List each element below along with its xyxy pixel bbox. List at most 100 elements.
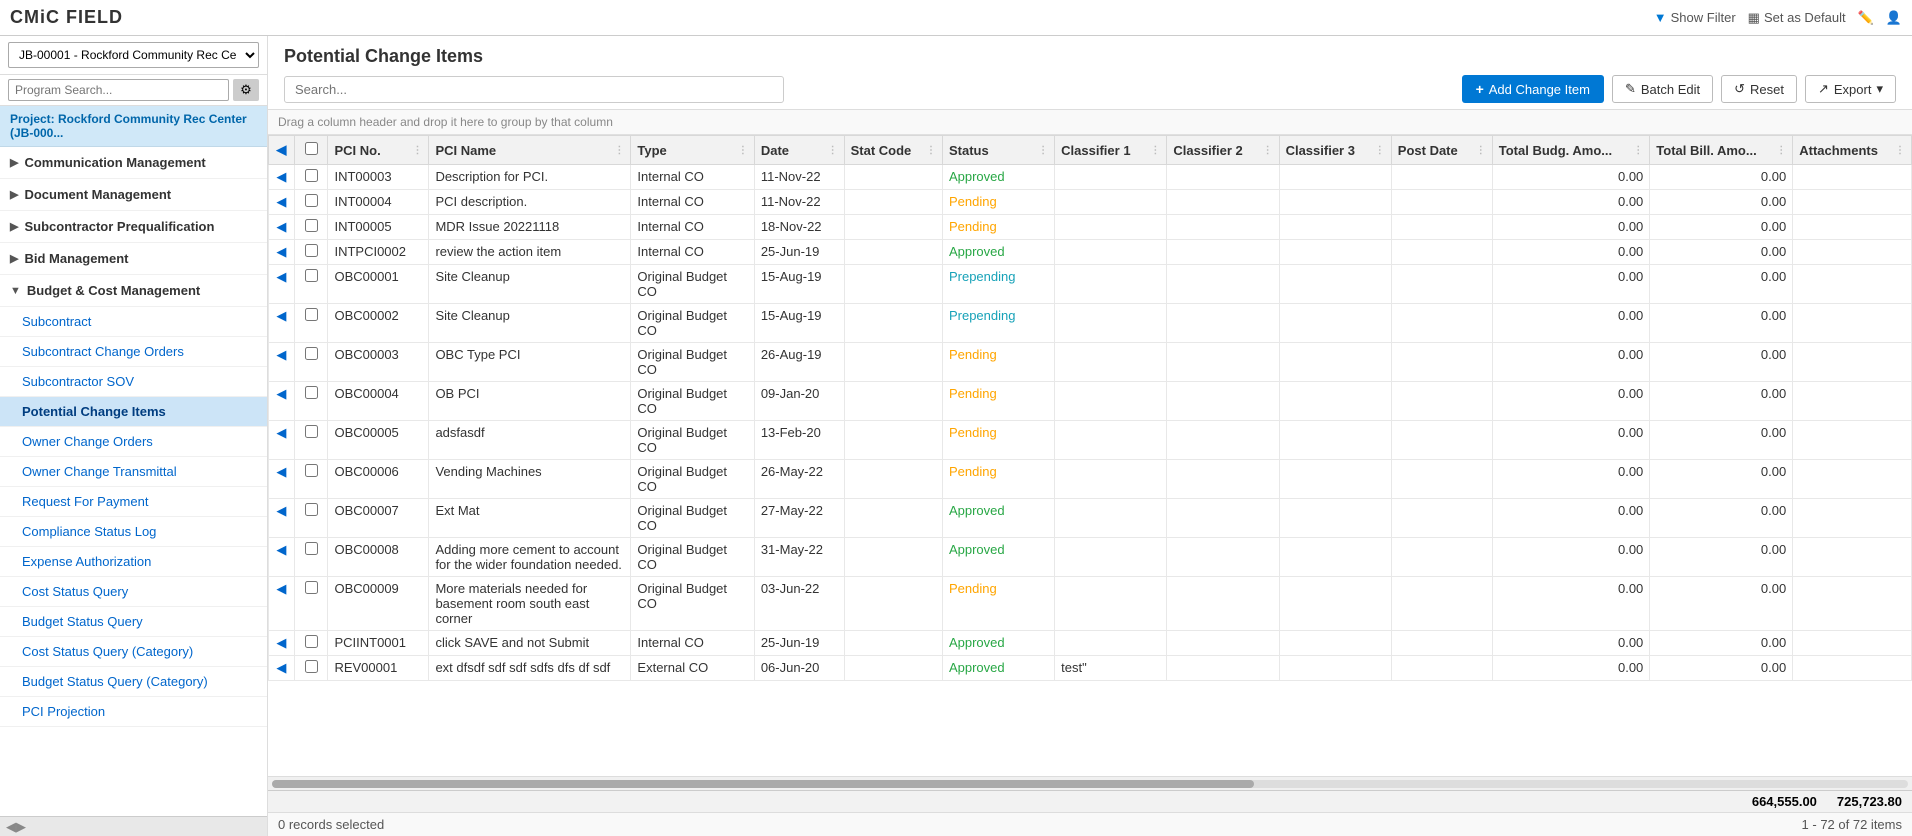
col-header-pci-no[interactable]: PCI No.⋮ (328, 136, 429, 165)
sidebar-item-subcontractor-prequalification[interactable]: ▶ Subcontractor Prequalification (0, 211, 267, 243)
scrollbar-track[interactable] (272, 780, 1908, 788)
row-checkbox[interactable] (305, 425, 318, 438)
row-checkbox-cell[interactable] (294, 240, 328, 265)
sidebar-item-document-management[interactable]: ▶ Document Management (0, 179, 267, 211)
sidebar-item-communication-management[interactable]: ▶ Communication Management (0, 147, 267, 179)
row-checkbox[interactable] (305, 269, 318, 282)
col-header-classifier1[interactable]: Classifier 1⋮ (1055, 136, 1167, 165)
row-expand-arrow[interactable]: ◀ (269, 265, 295, 304)
row-checkbox-cell[interactable] (294, 265, 328, 304)
row-checkbox-cell[interactable] (294, 460, 328, 499)
row-checkbox-cell[interactable] (294, 631, 328, 656)
row-expand-arrow[interactable]: ◀ (269, 165, 295, 190)
row-expand-arrow[interactable]: ◀ (269, 538, 295, 577)
col-header-status[interactable]: Status⋮ (942, 136, 1054, 165)
sidebar-item-request-for-payment[interactable]: Request For Payment (0, 487, 267, 517)
gear-button[interactable]: ⚙ (233, 79, 259, 101)
batch-edit-button[interactable]: ✎ Batch Edit (1612, 75, 1713, 103)
sidebar-item-budget-cost-management[interactable]: ▼ Budget & Cost Management (0, 275, 267, 307)
row-expand-arrow[interactable]: ◀ (269, 460, 295, 499)
row-checkbox[interactable] (305, 386, 318, 399)
row-expand-arrow[interactable]: ◀ (269, 343, 295, 382)
sidebar-item-potential-change-items[interactable]: Potential Change Items (0, 397, 267, 427)
sidebar-item-bid-management[interactable]: ▶ Bid Management (0, 243, 267, 275)
row-expand-arrow[interactable]: ◀ (269, 656, 295, 681)
sidebar-item-subcontract-change-orders[interactable]: Subcontract Change Orders (0, 337, 267, 367)
row-checkbox[interactable] (305, 660, 318, 673)
program-search-input[interactable] (8, 79, 229, 101)
row-checkbox[interactable] (305, 464, 318, 477)
col-select-all[interactable] (294, 136, 328, 165)
horizontal-scrollbar[interactable] (268, 776, 1912, 790)
sidebar-item-budget-status-query-category[interactable]: Budget Status Query (Category) (0, 667, 267, 697)
row-checkbox-cell[interactable] (294, 215, 328, 240)
cell-stat-code (844, 240, 942, 265)
row-expand-arrow[interactable]: ◀ (269, 304, 295, 343)
sidebar-item-subcontractor-sov[interactable]: Subcontractor SOV (0, 367, 267, 397)
row-checkbox[interactable] (305, 219, 318, 232)
cell-type: Original Budget CO (631, 421, 754, 460)
sidebar-item-owner-change-transmittal[interactable]: Owner Change Transmittal (0, 457, 267, 487)
row-checkbox[interactable] (305, 308, 318, 321)
row-checkbox[interactable] (305, 635, 318, 648)
row-checkbox[interactable] (305, 194, 318, 207)
row-checkbox-cell[interactable] (294, 656, 328, 681)
row-checkbox[interactable] (305, 581, 318, 594)
col-header-pci-name[interactable]: PCI Name⋮ (429, 136, 631, 165)
row-checkbox-cell[interactable] (294, 382, 328, 421)
sidebar-item-cost-status-query[interactable]: Cost Status Query (0, 577, 267, 607)
user-icon-button[interactable]: 👤 (1886, 10, 1902, 26)
row-expand-arrow[interactable]: ◀ (269, 240, 295, 265)
row-expand-arrow[interactable]: ◀ (269, 577, 295, 631)
add-change-item-button[interactable]: + Add Change Item (1462, 75, 1604, 103)
table-container[interactable]: ◀ PCI No.⋮ PCI Name⋮ Type⋮ Date⋮ (268, 135, 1912, 776)
row-checkbox-cell[interactable] (294, 421, 328, 460)
sidebar-item-expense-authorization[interactable]: Expense Authorization (0, 547, 267, 577)
resize-handle[interactable]: ◀▶ (6, 819, 26, 835)
col-header-total-bill[interactable]: Total Bill. Amo...⋮ (1650, 136, 1793, 165)
col-header-attachments[interactable]: Attachments⋮ (1793, 136, 1912, 165)
col-header-classifier2[interactable]: Classifier 2⋮ (1167, 136, 1279, 165)
row-expand-arrow[interactable]: ◀ (269, 190, 295, 215)
col-header-date[interactable]: Date⋮ (754, 136, 844, 165)
search-input[interactable] (284, 76, 784, 103)
row-checkbox-cell[interactable] (294, 304, 328, 343)
row-checkbox-cell[interactable] (294, 165, 328, 190)
col-header-total-budg[interactable]: Total Budg. Amo...⋮ (1492, 136, 1650, 165)
set-default-button[interactable]: ▦ Set as Default (1748, 10, 1846, 26)
export-button[interactable]: ↗ Export ▾ (1805, 75, 1896, 103)
project-selector[interactable]: JB-00001 - Rockford Community Rec Center (8, 42, 259, 68)
show-filter-button[interactable]: ▼ Show Filter (1654, 10, 1736, 25)
col-header-stat-code[interactable]: Stat Code⋮ (844, 136, 942, 165)
cell-attachments (1793, 304, 1912, 343)
row-checkbox-cell[interactable] (294, 190, 328, 215)
sidebar-item-cost-status-query-category[interactable]: Cost Status Query (Category) (0, 637, 267, 667)
edit-icon-button[interactable]: ✏️ (1858, 10, 1874, 26)
row-checkbox[interactable] (305, 347, 318, 360)
sidebar-item-subcontract[interactable]: Subcontract (0, 307, 267, 337)
sidebar-item-compliance-status-log[interactable]: Compliance Status Log (0, 517, 267, 547)
row-checkbox[interactable] (305, 542, 318, 555)
row-checkbox-cell[interactable] (294, 538, 328, 577)
col-header-post-date[interactable]: Post Date⋮ (1391, 136, 1492, 165)
col-header-type[interactable]: Type⋮ (631, 136, 754, 165)
row-expand-arrow[interactable]: ◀ (269, 382, 295, 421)
row-checkbox-cell[interactable] (294, 343, 328, 382)
cell-date: 13-Feb-20 (754, 421, 844, 460)
row-checkbox[interactable] (305, 244, 318, 257)
row-checkbox[interactable] (305, 503, 318, 516)
row-expand-arrow[interactable]: ◀ (269, 499, 295, 538)
row-checkbox-cell[interactable] (294, 499, 328, 538)
row-expand-arrow[interactable]: ◀ (269, 421, 295, 460)
row-checkbox[interactable] (305, 169, 318, 182)
scrollbar-thumb[interactable] (272, 780, 1254, 788)
reset-button[interactable]: ↺ Reset (1721, 75, 1797, 103)
col-header-classifier3[interactable]: Classifier 3⋮ (1279, 136, 1391, 165)
row-checkbox-cell[interactable] (294, 577, 328, 631)
row-expand-arrow[interactable]: ◀ (269, 631, 295, 656)
row-expand-arrow[interactable]: ◀ (269, 215, 295, 240)
select-all-checkbox[interactable] (305, 142, 318, 155)
sidebar-item-budget-status-query[interactable]: Budget Status Query (0, 607, 267, 637)
sidebar-item-owner-change-orders[interactable]: Owner Change Orders (0, 427, 267, 457)
sidebar-item-pci-projection[interactable]: PCI Projection (0, 697, 267, 727)
